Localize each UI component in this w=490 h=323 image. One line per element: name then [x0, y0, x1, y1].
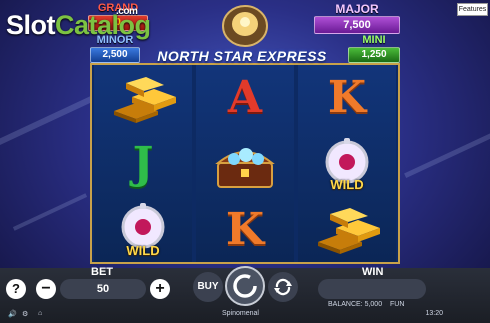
status-bar: 🔊 ⚙ ⌂ Spinomenal BALANCE: 5,000 FUN 13:2…: [0, 301, 490, 323]
reel-1: J WILD: [94, 65, 192, 262]
buy-feature-button[interactable]: BUY: [193, 272, 223, 302]
clock-text: 13:20: [425, 310, 443, 317]
features-button[interactable]: Features: [457, 3, 488, 16]
letter-a: A: [227, 72, 263, 124]
home-icon[interactable]: ⌂: [38, 310, 42, 317]
jackpot-mini-name: MINI: [362, 34, 386, 46]
symbol-k: K: [196, 196, 294, 262]
wild-label: WILD: [330, 177, 364, 193]
letter-k: K: [327, 72, 367, 124]
site-logo: SlotCatalog .com: [6, 6, 151, 40]
win-label: WIN: [362, 266, 384, 278]
info-button[interactable]: ?: [6, 279, 26, 299]
letter-k: K: [225, 203, 265, 255]
mode-text: FUN: [390, 301, 405, 308]
bet-increase-button[interactable]: +: [150, 279, 170, 299]
jackpot-major-value: 7,500: [314, 16, 400, 34]
symbol-gold-bars: [298, 196, 396, 262]
symbol-j: J: [94, 131, 192, 197]
symbol-gold-bars: [94, 65, 192, 131]
spin-icon: [233, 274, 257, 298]
letter-j: J: [132, 138, 154, 189]
bet-label: BET: [91, 266, 113, 278]
background-streak: [0, 94, 96, 152]
reel-grid: J WILD A K K WILD: [90, 63, 400, 264]
provider-brand: Spinomenal: [222, 310, 259, 317]
treasure-chest-icon: [215, 147, 275, 188]
symbol-treasure-chest: [196, 131, 294, 197]
autoplay-icon: [274, 278, 292, 296]
wild-label: WILD: [126, 243, 160, 259]
symbol-pocket-watch-wild: WILD: [298, 131, 396, 197]
symbol-pocket-watch-wild: WILD: [94, 196, 192, 262]
symbol-k: K: [298, 65, 396, 131]
jackpot-mini: MINI 1,250: [348, 34, 400, 63]
symbol-a: A: [196, 65, 294, 131]
balance-text: BALANCE: 5,000: [328, 301, 383, 308]
gold-bars-icon: [114, 76, 176, 123]
background-streak: [12, 193, 88, 231]
autoplay-button[interactable]: [268, 272, 298, 302]
reel-3: K WILD: [298, 65, 396, 262]
gear-icon[interactable]: ⚙: [22, 310, 28, 318]
win-value: [318, 279, 426, 299]
jackpot-minor-value: 2,500: [90, 47, 140, 63]
game-title: NORTH STAR EXPRESS: [157, 48, 327, 64]
background-streak: [404, 126, 490, 179]
lantern-icon: [222, 5, 268, 47]
jackpot-major: MAJOR 7,500: [314, 3, 400, 34]
bet-value: 50: [60, 279, 146, 299]
gold-bars-icon: [318, 208, 380, 255]
spin-button[interactable]: [225, 266, 265, 306]
sound-icon[interactable]: 🔊: [8, 310, 17, 318]
reel-2: A K: [196, 65, 294, 262]
jackpot-mini-value: 1,250: [348, 47, 400, 63]
jackpot-major-name: MAJOR: [335, 2, 379, 16]
bet-decrease-button[interactable]: −: [36, 279, 56, 299]
